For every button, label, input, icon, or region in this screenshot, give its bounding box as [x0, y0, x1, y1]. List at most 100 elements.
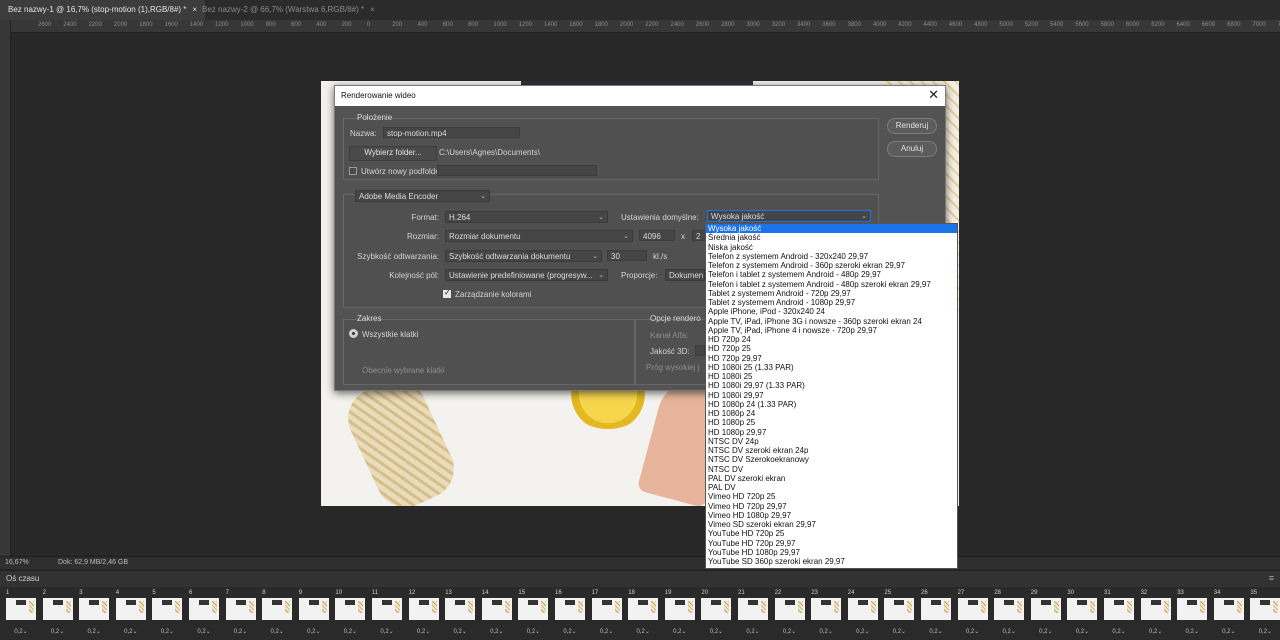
preset-option[interactable]: PAL DV szeroki ekran: [706, 474, 957, 483]
preset-option[interactable]: Wysoka jakość: [706, 224, 957, 234]
preset-option[interactable]: HD 1080p 29,97: [706, 428, 957, 437]
preset-option[interactable]: HD 1080i 29,97: [706, 391, 957, 400]
frame-delay-select[interactable]: 0,2⌄: [882, 628, 916, 635]
timeline-frame[interactable]: 24 0,2⌄: [846, 590, 880, 636]
timeline-frame[interactable]: 29 0,2⌄: [1029, 590, 1063, 636]
preset-option[interactable]: Vimeo HD 1080p 29,97: [706, 511, 957, 520]
frame-delay-select[interactable]: 0,2⌄: [992, 628, 1026, 635]
cancel-button[interactable]: Anuluj: [887, 141, 937, 157]
timeline-frame[interactable]: 27 0,2⌄: [956, 590, 990, 636]
preset-option[interactable]: HD 1080p 25: [706, 418, 957, 427]
preset-option[interactable]: Niska jakość: [706, 243, 957, 252]
preset-option[interactable]: Vimeo HD 720p 25: [706, 492, 957, 501]
timeline-frame[interactable]: 22 0,2⌄: [773, 590, 807, 636]
frame-delay-select[interactable]: 0,2⌄: [699, 628, 733, 635]
preset-option[interactable]: Telefon i tablet z systemem Android - 48…: [706, 280, 957, 289]
preset-option[interactable]: Telefon z systemem Android - 360p szerok…: [706, 261, 957, 270]
frame-delay-select[interactable]: 0,2⌄: [626, 628, 660, 635]
frame-delay-select[interactable]: 0,2⌄: [590, 628, 624, 635]
frame-delay-select[interactable]: 0,2⌄: [846, 628, 880, 635]
panel-menu-icon[interactable]: ≡: [1269, 573, 1274, 583]
frame-delay-select[interactable]: 0,2⌄: [187, 628, 221, 635]
preset-option[interactable]: HD 1080p 24 (1.33 PAR): [706, 400, 957, 409]
frame-delay-select[interactable]: 0,2⌄: [370, 628, 404, 635]
frame-delay-select[interactable]: 0,2⌄: [1248, 628, 1280, 635]
framerate-select[interactable]: Szybkość odtwarzania dokumentu ⌄: [445, 250, 602, 262]
frame-delay-select[interactable]: 0,2⌄: [297, 628, 331, 635]
timeline-frame[interactable]: 31 0,2⌄: [1102, 590, 1136, 636]
preset-option[interactable]: HD 720p 24: [706, 335, 957, 344]
preset-select[interactable]: Wysoka jakość ⌄: [707, 210, 871, 222]
frame-delay-select[interactable]: 0,2⌄: [663, 628, 697, 635]
choose-folder-button[interactable]: Wybierz folder...: [349, 146, 437, 161]
preset-option[interactable]: Średnia jakość: [706, 233, 957, 242]
timeline-frame[interactable]: 19 0,2⌄: [663, 590, 697, 636]
timeline-frame[interactable]: 35 0,2⌄: [1248, 590, 1280, 636]
timeline-frame[interactable]: 15 0,2⌄: [516, 590, 550, 636]
frame-delay-select[interactable]: 0,2⌄: [1065, 628, 1099, 635]
preset-option[interactable]: Tablet z systemem Android - 1080p 29,97: [706, 298, 957, 307]
preset-option[interactable]: HD 1080i 29,97 (1.33 PAR): [706, 381, 957, 390]
preset-option[interactable]: Apple TV, iPad, iPhone 4 i nowsze - 720p…: [706, 326, 957, 335]
preset-option[interactable]: HD 1080i 25 (1.33 PAR): [706, 363, 957, 372]
new-subfolder-checkbox[interactable]: [349, 167, 357, 175]
preset-option[interactable]: HD 1080i 25: [706, 372, 957, 381]
frame-delay-select[interactable]: 0,2⌄: [773, 628, 807, 635]
frame-delay-select[interactable]: 0,2⌄: [1029, 628, 1063, 635]
preset-option[interactable]: YouTube HD 720p 29,97: [706, 539, 957, 548]
timeline-frame[interactable]: 9 0,2⌄: [297, 590, 331, 636]
frame-delay-select[interactable]: 0,2⌄: [41, 628, 75, 635]
timeline-frame[interactable]: 14 0,2⌄: [480, 590, 514, 636]
frame-delay-select[interactable]: 0,2⌄: [443, 628, 477, 635]
preset-option[interactable]: PAL DV: [706, 483, 957, 492]
frame-delay-select[interactable]: 0,2⌄: [4, 628, 38, 635]
preset-option[interactable]: Vimeo HD 720p 29,97: [706, 502, 957, 511]
frame-delay-select[interactable]: 0,2⌄: [956, 628, 990, 635]
timeline-frame[interactable]: 32 0,2⌄: [1139, 590, 1173, 636]
timeline-frame[interactable]: 17 0,2⌄: [590, 590, 624, 636]
frame-delay-select[interactable]: 0,2⌄: [919, 628, 953, 635]
timeline-frame[interactable]: 33 0,2⌄: [1175, 590, 1209, 636]
frame-delay-select[interactable]: 0,2⌄: [77, 628, 111, 635]
size-select[interactable]: Rozmiar dokumentu ⌄: [445, 230, 633, 242]
preset-option[interactable]: YouTube HD 720p 25: [706, 529, 957, 538]
preset-option[interactable]: HD 720p 25: [706, 344, 957, 353]
3d-quality-select[interactable]: [695, 345, 705, 356]
frame-delay-select[interactable]: 0,2⌄: [809, 628, 843, 635]
preset-option[interactable]: Apple iPhone, iPod - 320x240 24: [706, 307, 957, 316]
frame-delay-select[interactable]: 0,2⌄: [260, 628, 294, 635]
close-icon[interactable]: ✕: [928, 87, 939, 103]
timeline-frame[interactable]: 4 0,2⌄: [114, 590, 148, 636]
preset-option[interactable]: NTSC DV 24p: [706, 437, 957, 446]
zoom-level[interactable]: 16,67%: [5, 559, 29, 566]
timeline-frame[interactable]: 2 0,2⌄: [41, 590, 75, 636]
frame-delay-select[interactable]: 0,2⌄: [480, 628, 514, 635]
preset-option[interactable]: Telefon i tablet z systemem Android - 48…: [706, 270, 957, 279]
preset-option[interactable]: Apple TV, iPad, iPhone 3G i nowsze - 360…: [706, 317, 957, 326]
timeline-frame[interactable]: 16 0,2⌄: [553, 590, 587, 636]
timeline-frame[interactable]: 21 0,2⌄: [736, 590, 770, 636]
width-input[interactable]: 4096: [639, 230, 675, 241]
timeline-frame[interactable]: 1 0,2⌄: [4, 590, 38, 636]
preset-option[interactable]: NTSC DV szeroki ekran 24p: [706, 446, 957, 455]
frame-delay-select[interactable]: 0,2⌄: [553, 628, 587, 635]
timeline-frame[interactable]: 10 0,2⌄: [333, 590, 367, 636]
all-frames-radio[interactable]: [349, 329, 358, 338]
aspect-select[interactable]: Dokumen: [665, 269, 705, 281]
name-input[interactable]: stop-motion.mp4: [383, 127, 520, 138]
selected-frames-label[interactable]: Obecnie wybrane klatki: [362, 366, 445, 375]
color-management-checkbox[interactable]: [443, 288, 451, 298]
render-button[interactable]: Renderuj: [887, 118, 937, 134]
height-input[interactable]: 2: [692, 230, 706, 241]
timeline-frame[interactable]: 18 0,2⌄: [626, 590, 660, 636]
timeline-frame[interactable]: 26 0,2⌄: [919, 590, 953, 636]
format-select[interactable]: H.264 ⌄: [445, 211, 608, 223]
timeline-frame[interactable]: 30 0,2⌄: [1065, 590, 1099, 636]
frame-delay-select[interactable]: 0,2⌄: [1139, 628, 1173, 635]
timeline-frame[interactable]: 5 0,2⌄: [150, 590, 184, 636]
preset-option[interactable]: HD 720p 29,97: [706, 354, 957, 363]
preset-option[interactable]: YouTube HD 1080p 29,97: [706, 548, 957, 557]
fps-input[interactable]: 30: [607, 250, 647, 261]
close-icon[interactable]: ×: [370, 5, 375, 14]
encoder-select[interactable]: Adobe Media Encoder ⌄: [355, 190, 490, 202]
